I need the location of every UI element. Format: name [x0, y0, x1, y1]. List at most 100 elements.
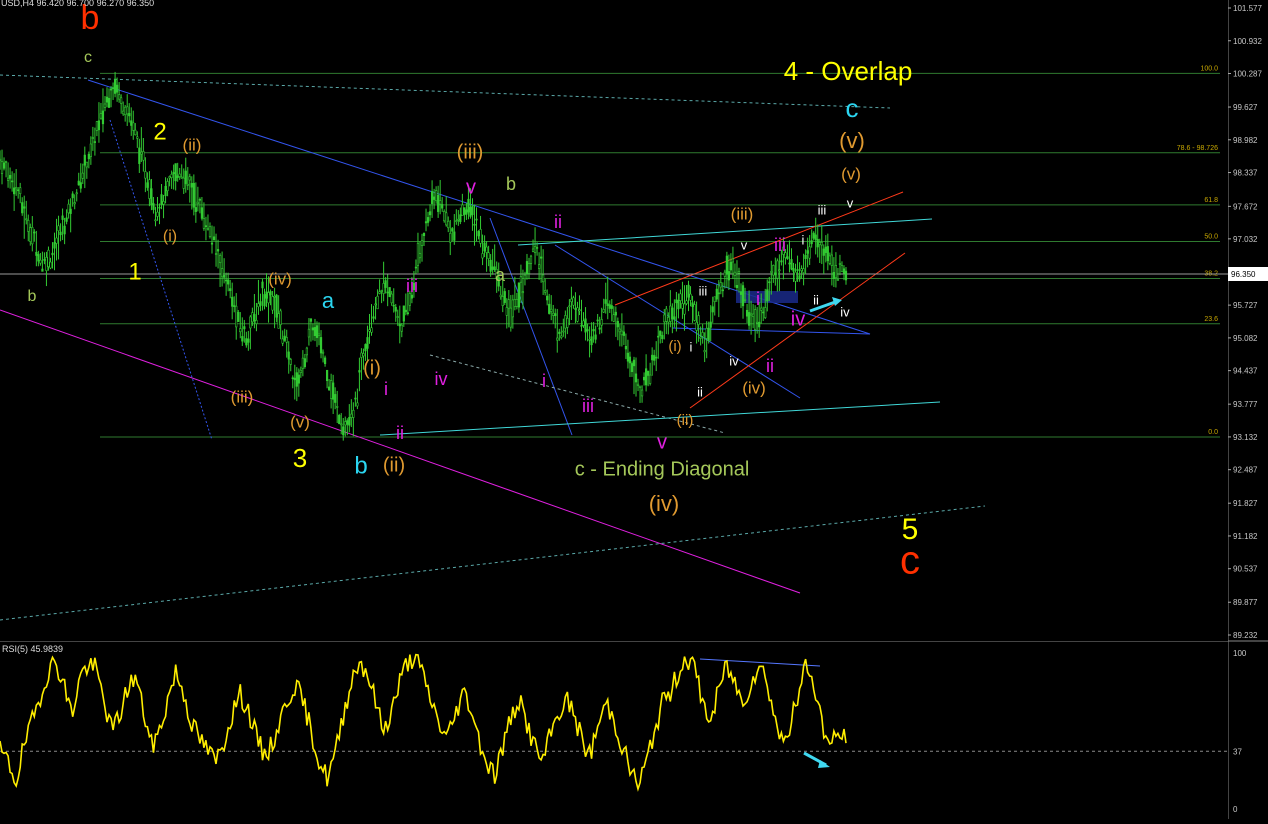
candle: [834, 252, 838, 288]
candle: [382, 261, 385, 302]
wave-label-16: ii: [396, 423, 404, 443]
candle: [105, 87, 109, 108]
price-tick-10: 95.082: [1233, 334, 1258, 343]
candle: [170, 170, 173, 189]
price-tick-0: 101.577: [1233, 4, 1262, 13]
candle: [651, 347, 654, 376]
rsi-tick-0: 100: [1233, 649, 1247, 658]
candle: [299, 366, 302, 378]
candle: [414, 259, 418, 275]
wave-label-15: i: [384, 379, 388, 399]
candle: [653, 349, 656, 366]
candle: [172, 164, 175, 190]
wave-label-44: iv: [840, 304, 850, 319]
candle: [691, 295, 694, 323]
current-price-label: 96.350: [1231, 270, 1256, 279]
candle: [632, 356, 636, 395]
candle: [168, 175, 171, 187]
wave-label-28: (i): [668, 338, 681, 355]
candle: [735, 260, 739, 291]
candle: [334, 387, 337, 410]
candle: [25, 200, 28, 225]
candle: [715, 284, 718, 302]
candle: [71, 191, 74, 207]
candle: [325, 369, 329, 389]
candle: [525, 253, 529, 280]
candle: [174, 163, 177, 191]
candle: [642, 372, 646, 386]
candle: [636, 378, 640, 392]
candle: [598, 316, 601, 335]
candle: [770, 260, 773, 295]
wave-label-41: ii: [813, 292, 819, 307]
candle: [612, 306, 615, 323]
candle: [640, 385, 644, 403]
price-tick-3: 99.627: [1233, 103, 1258, 112]
wave-label-42: iii: [818, 202, 827, 217]
rsi-panel[interactable]: [0, 640, 1228, 819]
candle: [719, 271, 722, 295]
candle: [762, 306, 765, 322]
candle: [281, 330, 284, 347]
candle: [804, 249, 807, 275]
price-tick-1: 100.932: [1233, 37, 1262, 46]
candle: [97, 102, 101, 143]
candle: [630, 361, 634, 377]
price-tick-19: 89.232: [1233, 631, 1258, 640]
candle: [832, 257, 835, 288]
candle: [394, 304, 397, 322]
candle: [194, 182, 197, 223]
wave-label-52: c: [900, 539, 920, 583]
candle: [750, 300, 753, 335]
candle: [370, 304, 373, 336]
candle: [443, 209, 446, 223]
candle: [376, 289, 379, 310]
candle: [204, 216, 208, 241]
candle: [186, 167, 189, 191]
candle: [285, 329, 288, 358]
candle: [507, 290, 510, 328]
fib-label-6: 0.0: [1208, 429, 1218, 436]
candle: [416, 232, 420, 273]
candle: [606, 276, 609, 320]
candle: [200, 196, 204, 221]
candle: [814, 217, 817, 255]
candle: [8, 167, 12, 189]
candle: [618, 324, 621, 347]
candle: [297, 368, 300, 397]
candle: [241, 317, 244, 346]
candle: [301, 350, 304, 377]
candle: [188, 173, 191, 203]
candle: [13, 173, 16, 211]
candle: [55, 218, 58, 261]
price-axis[interactable]: 101.577 100.932 100.287 99.627 98.982 98.337 9…: [1227, 0, 1268, 819]
candle: [527, 257, 531, 280]
candle: [400, 323, 403, 338]
candle: [673, 299, 676, 328]
price-tick-7: 97.032: [1233, 235, 1258, 244]
candle: [216, 239, 220, 269]
candle: [697, 311, 700, 342]
price-chart-panel[interactable]: 100.0 78.6 - 98.726 61.8 50.0 38.2 23.6 0.0: [0, 0, 1228, 641]
candle: [23, 195, 26, 239]
candle: [430, 180, 434, 218]
candle: [212, 226, 216, 241]
candle: [459, 207, 462, 225]
candle: [638, 385, 642, 403]
candle: [741, 281, 745, 319]
candle: [624, 333, 628, 359]
candle: [546, 289, 549, 306]
candle: [614, 306, 617, 337]
candle: [257, 279, 260, 315]
candle: [223, 258, 226, 284]
candle: [477, 230, 480, 240]
candle: [489, 254, 492, 277]
wave-label-7: (iv): [268, 269, 292, 288]
candle: [693, 300, 696, 322]
candle: [259, 293, 262, 312]
candle: [808, 234, 811, 266]
candle: [687, 280, 690, 312]
wave-label-32: (iii): [731, 204, 754, 223]
candle: [140, 127, 143, 162]
candle: [354, 391, 357, 407]
